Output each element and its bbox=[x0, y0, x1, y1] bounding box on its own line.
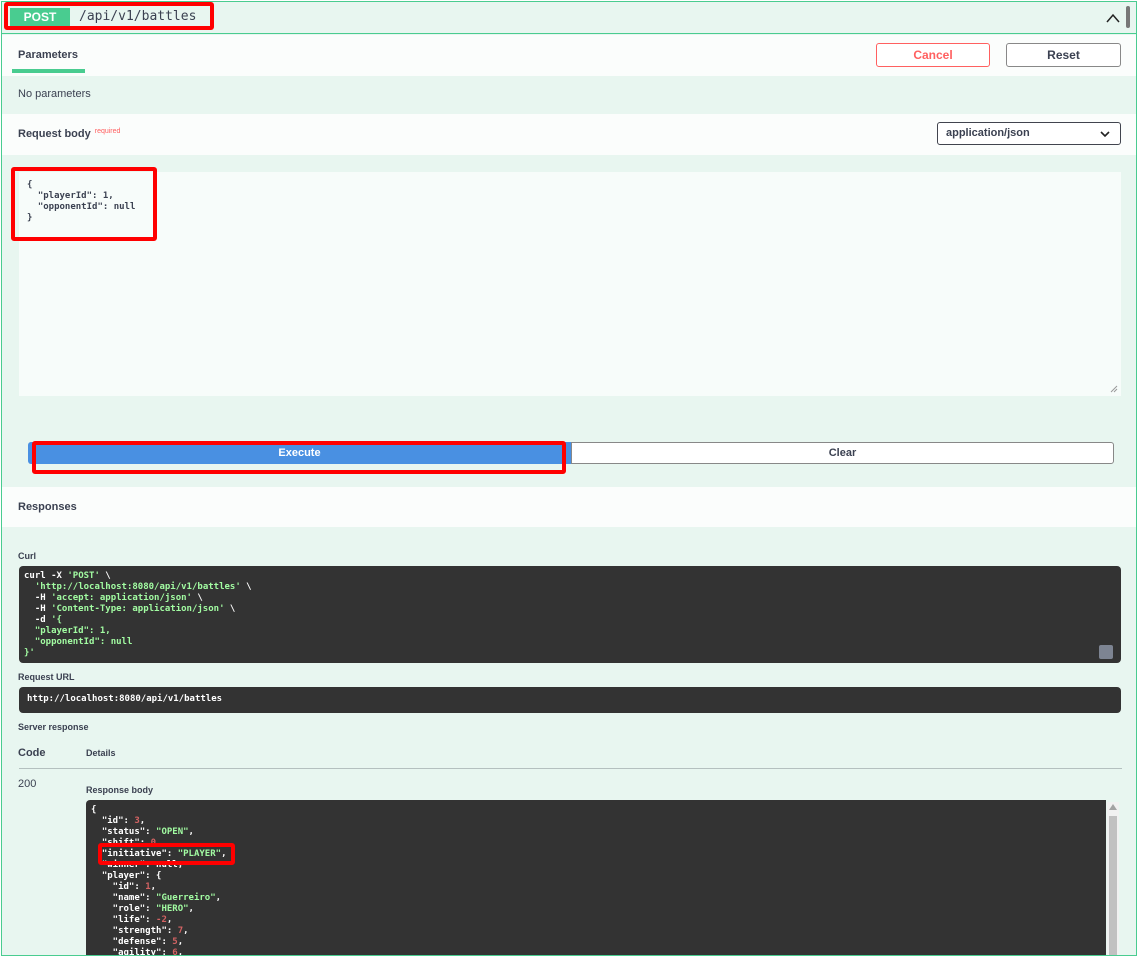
details-column-header: Details bbox=[86, 748, 116, 758]
clear-button[interactable]: Clear bbox=[571, 442, 1114, 464]
reset-button[interactable]: Reset bbox=[1006, 43, 1121, 67]
responses-title: Responses bbox=[18, 501, 77, 513]
scrollbar-thumb[interactable] bbox=[1126, 6, 1130, 28]
server-response-label: Server response bbox=[18, 722, 89, 732]
chevron-up-icon[interactable] bbox=[1106, 11, 1120, 25]
response-body-code: { "id": 3, "status": "OPEN", "shift": 0,… bbox=[86, 800, 1106, 955]
response-scrollbar[interactable] bbox=[1107, 802, 1119, 955]
scroll-up-icon[interactable] bbox=[1109, 804, 1117, 810]
response-body-label: Response body bbox=[86, 785, 154, 795]
response-status-code: 200 bbox=[18, 778, 37, 790]
highlight-box-endpoint bbox=[4, 2, 214, 30]
chevron-down-icon bbox=[1100, 131, 1110, 138]
operation-block-post-battles: POST /api/v1/battles Parameters Cancel R… bbox=[1, 1, 1137, 956]
tab-active-indicator bbox=[12, 69, 85, 73]
request-url-value: http://localhost:8080/api/v1/battles bbox=[19, 687, 1121, 713]
highlight-box-initiative bbox=[98, 843, 235, 865]
responses-header: Responses bbox=[2, 487, 1136, 527]
code-column-header: Code bbox=[18, 747, 46, 759]
request-body-editor[interactable]: { "playerId": 1, "opponentId": null } bbox=[19, 172, 1121, 396]
tab-parameters[interactable]: Parameters bbox=[18, 49, 78, 61]
curl-code-block: curl -X 'POST' \ 'http://localhost:8080/… bbox=[19, 566, 1121, 663]
parameters-header: Parameters Cancel Reset bbox=[2, 35, 1136, 76]
divider bbox=[19, 768, 1122, 769]
no-parameters-text: No parameters bbox=[18, 88, 91, 100]
scrollbar-thumb[interactable] bbox=[1109, 816, 1117, 955]
content-type-value: application/json bbox=[946, 127, 1030, 139]
content-type-select[interactable]: application/json bbox=[937, 122, 1121, 145]
request-body-header: Request body required application/json bbox=[2, 114, 1136, 155]
highlight-box-execute bbox=[32, 441, 566, 474]
copy-icon[interactable] bbox=[1099, 645, 1113, 659]
curl-label: Curl bbox=[18, 551, 36, 561]
resize-grip-icon[interactable] bbox=[1110, 385, 1118, 393]
request-body-label: Request body required bbox=[18, 128, 121, 140]
cancel-button[interactable]: Cancel bbox=[876, 43, 990, 67]
request-url-label: Request URL bbox=[18, 672, 75, 682]
highlight-box-request-body bbox=[11, 167, 157, 241]
required-tag: required bbox=[94, 128, 121, 135]
